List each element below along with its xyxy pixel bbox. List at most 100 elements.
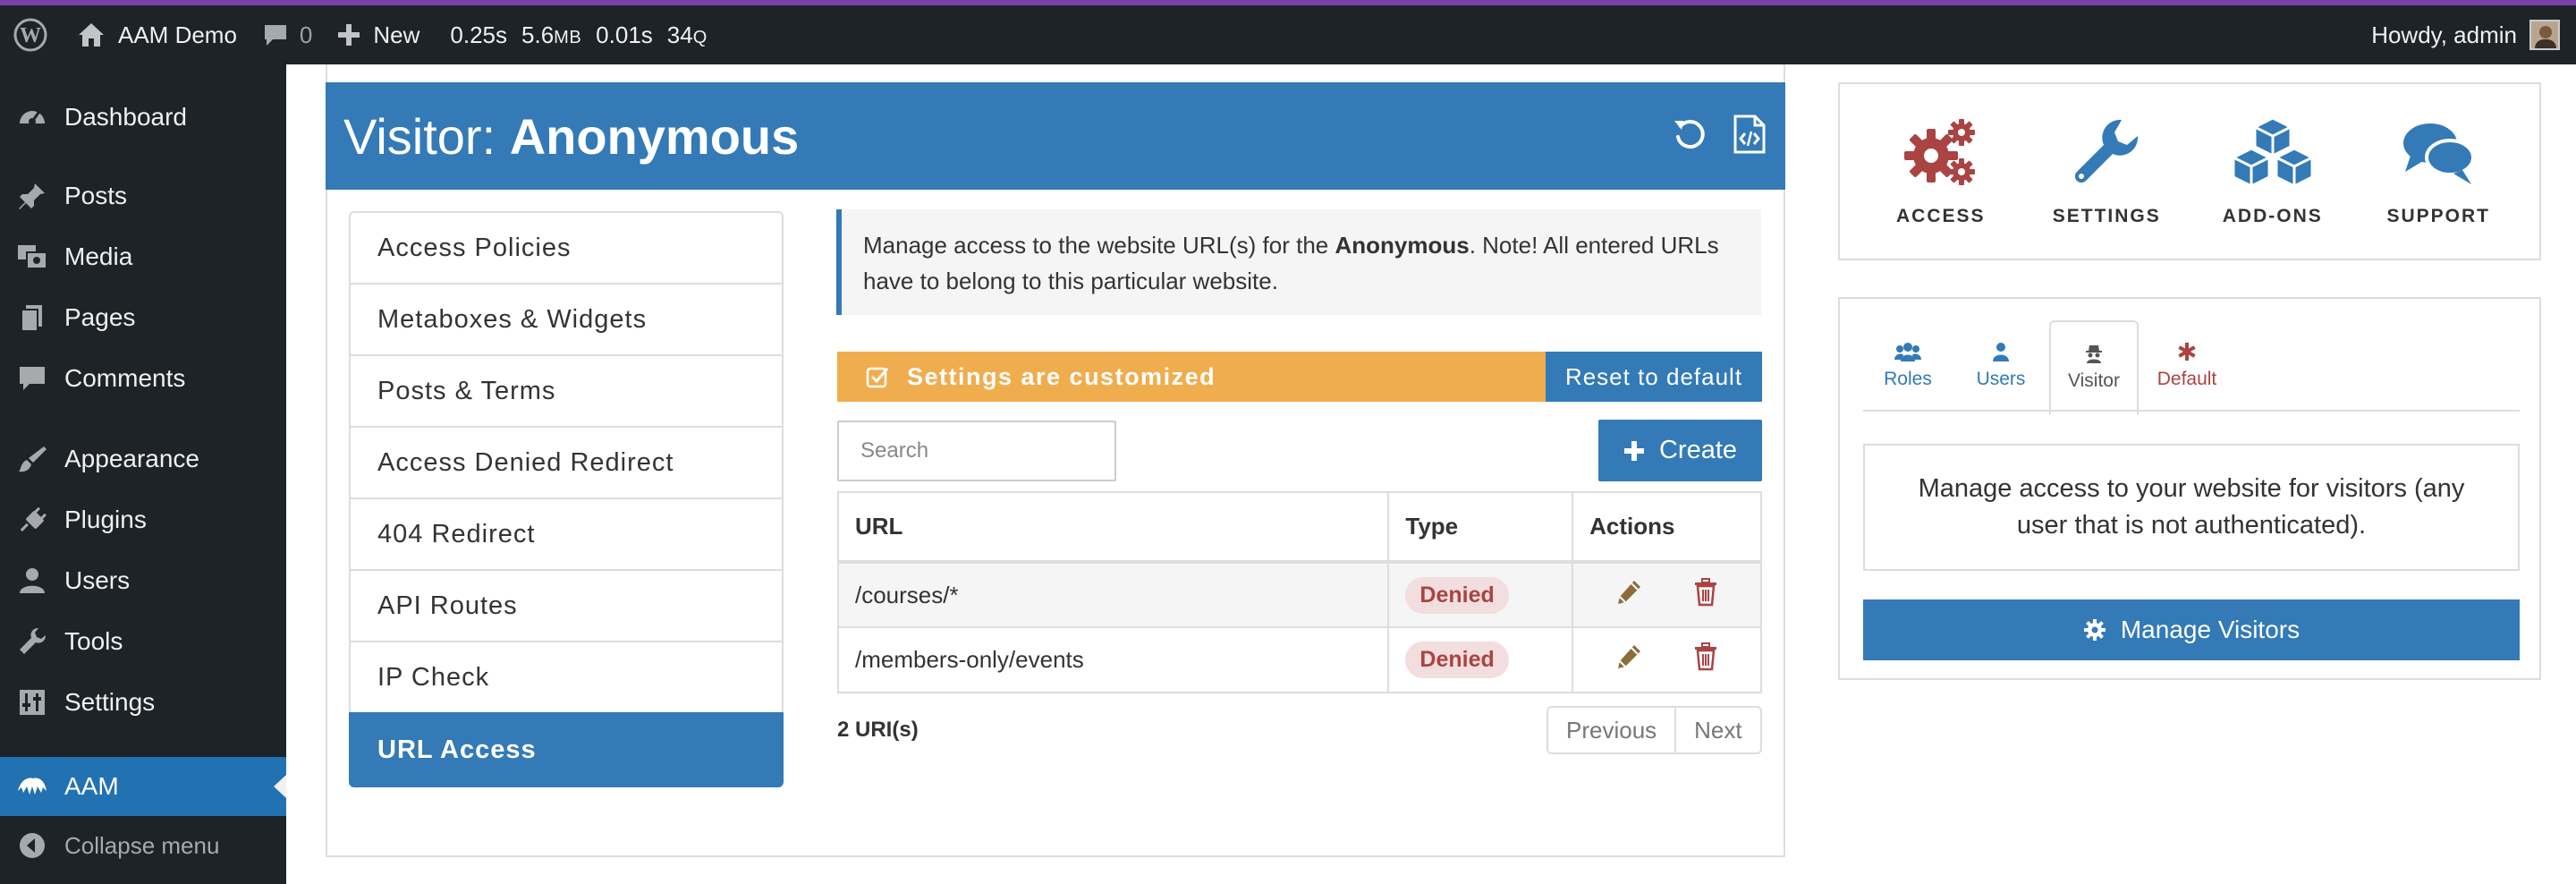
tab-visitor[interactable]: Visitor — [2049, 320, 2139, 415]
create-url-button[interactable]: Create — [1598, 420, 1762, 481]
collapse-menu-button[interactable]: Collapse menu — [0, 816, 286, 875]
nav-item-metaboxes-widgets[interactable]: Metaboxes & Widgets — [349, 283, 784, 356]
column-header-type[interactable]: Type — [1387, 491, 1574, 564]
sidebar-item-comments[interactable]: Comments — [0, 349, 286, 408]
sidebar-item-users[interactable]: Users — [0, 551, 286, 610]
settings-link[interactable]: SETTINGS — [2030, 116, 2182, 227]
nav-item-access-denied-redirect[interactable]: Access Denied Redirect — [349, 426, 784, 499]
tab-roles[interactable]: Roles — [1863, 320, 1953, 412]
gear-icon — [2083, 619, 2106, 641]
query-time: 0.01s — [596, 21, 653, 48]
my-account-menu[interactable]: Howdy, admin — [2371, 5, 2560, 64]
url-cell: /courses/* — [836, 561, 1390, 628]
sidebar-item-tools[interactable]: Tools — [0, 612, 286, 671]
sidebar-item-label: AAM — [64, 772, 119, 800]
trash-icon — [1695, 577, 1717, 606]
delete-button[interactable] — [1693, 642, 1718, 677]
notice-subject: Anonymous — [1335, 232, 1470, 259]
query-monitor-stats[interactable]: 0.25s 5.6MB 0.01s 34Q — [432, 5, 719, 64]
sidebar-item-aam[interactable]: AAM — [0, 757, 286, 816]
wordpress-icon: W — [13, 18, 47, 52]
trash-icon — [1695, 642, 1717, 671]
sidebar-item-label: Pages — [64, 303, 136, 331]
media-icon — [0, 242, 64, 272]
wordpress-logo-menu[interactable]: W — [0, 5, 64, 64]
page-time: 0.25s — [450, 21, 508, 48]
table-row: /courses/* Denied — [836, 561, 1762, 628]
pencil-icon — [1618, 580, 1641, 604]
next-page-button[interactable]: Next — [1676, 708, 1759, 752]
sidebar-item-media[interactable]: Media — [0, 227, 286, 286]
edit-button[interactable] — [1614, 642, 1643, 677]
tab-users[interactable]: Users — [1956, 320, 2046, 412]
group-icon — [1894, 343, 1921, 361]
add-ons-link[interactable]: ADD-ONS — [2197, 116, 2349, 227]
subject-tabs: Roles Users Visitor Default — [1863, 320, 2520, 415]
nav-item-api-routes[interactable]: API Routes — [349, 569, 784, 642]
home-icon — [79, 23, 104, 47]
comments-menu[interactable]: 0 — [250, 5, 325, 64]
access-link[interactable]: ACCESS — [1865, 116, 2017, 227]
reset-subject-button[interactable] — [1671, 115, 1708, 157]
sidebar-item-pages[interactable]: Pages — [0, 288, 286, 347]
aam-icon — [0, 773, 64, 800]
site-name-menu[interactable]: AAM Demo — [64, 5, 250, 64]
sidebar-item-label: Settings — [64, 688, 156, 716]
edit-button[interactable] — [1614, 578, 1643, 613]
admin-sidebar: Dashboard Posts Media Pages Comments App… — [0, 64, 286, 884]
view-policy-button[interactable] — [1732, 114, 1767, 159]
nav-item-access-policies[interactable]: Access Policies — [349, 211, 784, 285]
sidebar-item-label: Media — [64, 242, 133, 270]
status-badge: Denied — [1405, 642, 1509, 678]
settings-customized-message: Settings are customized — [837, 352, 1546, 402]
column-header-url[interactable]: URL — [836, 491, 1390, 564]
sidebar-item-label: Posts — [64, 182, 128, 209]
pin-icon — [0, 181, 64, 211]
subject-header: Visitor: Anonymous — [326, 82, 1785, 190]
chat-icon — [2403, 123, 2476, 184]
support-link[interactable]: SUPPORT — [2362, 116, 2514, 227]
check-square-icon — [866, 367, 889, 388]
url-cell: /members-only/events — [836, 626, 1390, 693]
search-input[interactable] — [837, 421, 1116, 481]
info-notice: Manage access to the website URL(s) for … — [836, 209, 1761, 315]
nav-item-posts-terms[interactable]: Posts & Terms — [349, 354, 784, 428]
table-row: /members-only/events Denied — [836, 626, 1762, 693]
query-count: 34Q — [666, 21, 708, 48]
refresh-icon — [1674, 119, 1705, 149]
sidebar-item-label: Comments — [64, 364, 186, 392]
sidebar-item-label: Appearance — [64, 445, 200, 472]
status-badge: Denied — [1405, 576, 1509, 614]
previous-page-button[interactable]: Previous — [1548, 708, 1677, 752]
plugin-icon — [0, 505, 64, 535]
nav-item-404-redirect[interactable]: 404 Redirect — [349, 497, 784, 571]
comments-count: 0 — [299, 21, 313, 48]
memory-usage: 5.6MB — [521, 21, 582, 48]
manage-visitors-button[interactable]: Manage Visitors — [1863, 599, 2520, 660]
site-name: AAM Demo — [118, 21, 237, 48]
nav-item-url-access[interactable]: URL Access — [349, 712, 784, 787]
asterisk-icon — [2178, 343, 2196, 361]
reset-to-default-button[interactable]: Reset to default — [1546, 352, 1762, 402]
nav-item-ip-check[interactable]: IP Check — [349, 641, 784, 714]
collapse-icon — [0, 831, 64, 860]
sidebar-item-dashboard[interactable]: Dashboard — [0, 88, 286, 147]
admin-bar: W AAM Demo 0 New 0.25s 5.6MB 0.01s 34Q H… — [0, 5, 2576, 64]
visitor-icon — [2086, 345, 2102, 363]
sidebar-item-appearance[interactable]: Appearance — [0, 429, 286, 489]
column-header-actions: Actions — [1572, 491, 1762, 564]
settings-status-bar: Settings are customized Reset to default — [837, 352, 1762, 402]
sidebar-item-plugins[interactable]: Plugins — [0, 490, 286, 549]
delete-button[interactable] — [1693, 577, 1718, 613]
aam-top-links: ACCESS SETTINGS ADD-ONS SUPPORT — [1838, 82, 2541, 260]
tab-default[interactable]: Default — [2142, 320, 2232, 412]
plus-icon — [1623, 440, 1644, 461]
new-label: New — [373, 21, 420, 48]
sidebar-item-posts[interactable]: Posts — [0, 166, 286, 225]
url-table: URL Type Actions /courses/* Denied /memb… — [836, 491, 1762, 693]
gears-icon — [1903, 118, 1975, 185]
new-content-menu[interactable]: New — [325, 5, 432, 64]
sidebar-item-label: Tools — [64, 627, 123, 655]
subject-panel: Roles Users Visitor Default Manage acces… — [1838, 297, 2541, 680]
sidebar-item-settings[interactable]: Settings — [0, 673, 286, 732]
